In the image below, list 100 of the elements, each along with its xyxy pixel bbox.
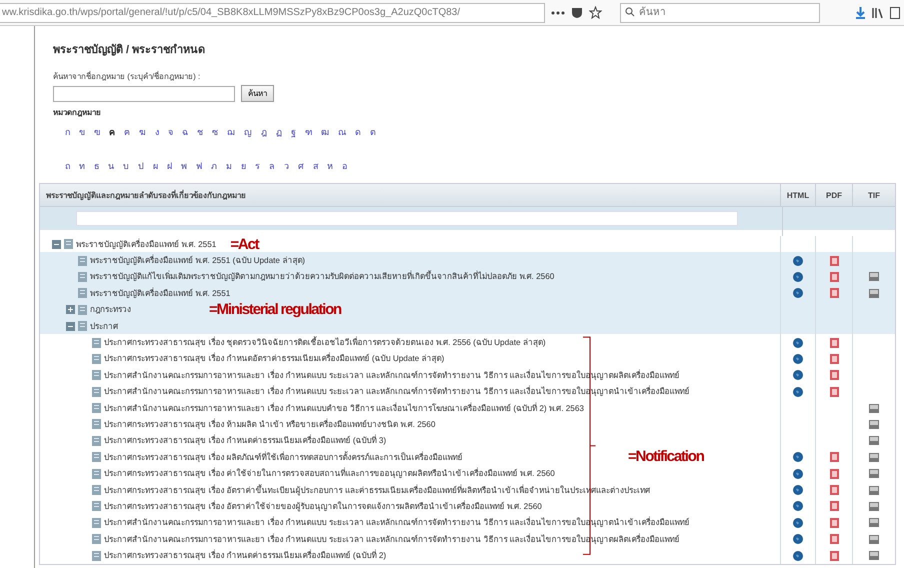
letter-link[interactable]: ข [79, 125, 85, 139]
letter-link[interactable]: ภ [211, 159, 217, 173]
pdf-icon[interactable] [830, 354, 838, 364]
pdf-icon[interactable] [830, 386, 838, 397]
shield-icon[interactable] [571, 6, 583, 18]
law-title-link[interactable]: ประกาศ [90, 320, 118, 333]
letter-link[interactable]: ธ [94, 159, 99, 173]
law-title-link[interactable]: กฎกระทรวง [90, 303, 131, 316]
expand-icon[interactable] [66, 305, 75, 314]
image-file-icon[interactable] [869, 518, 879, 528]
tree-row[interactable]: กฎกระทรวง =Ministerial regulation [40, 302, 895, 318]
letter-link[interactable]: ค [109, 125, 115, 139]
law-title-link[interactable]: พระราชบัญญัติเครื่องมือแพทย์ พ.ศ. 2551 (ฉบับ Update ล่าสุด) [90, 254, 305, 268]
sidebar-icon[interactable] [890, 6, 900, 18]
letter-link[interactable]: ล [269, 159, 275, 173]
law-title-link[interactable]: ประกาศกระทรวงสาธารณสุข เรื่อง ค่าใช้จ่ายในการตรวจสอบสถานที่และการขออนุญาตผลิตหรือนำเข้าเครื่องมือแพทย์ พ.ศ. 2560 [104, 467, 555, 480]
pdf-icon[interactable] [830, 256, 838, 266]
letter-link[interactable]: ณ [338, 125, 346, 139]
letter-link[interactable]: ฐ [291, 125, 296, 139]
image-file-icon[interactable] [869, 420, 879, 429]
pdf-icon[interactable] [830, 518, 838, 528]
globe-icon[interactable] [793, 518, 803, 528]
tree-row[interactable]: พระราชบัญญัติแก้ไขเพิ่มเติมพระราชบัญญัติตามกฎหมายว่าด้วยความรับผิดต่อความเสียหายที่เกิดขึ้นจากสินค้าที่ไม่ปลอดภัย พ.ศ. 2560 [40, 268, 895, 286]
image-file-icon[interactable] [869, 551, 879, 560]
law-title-link[interactable]: พระราชบัญญัติเครื่องมือแพทย์ พ.ศ. 2551 [90, 286, 230, 300]
law-title-link[interactable]: พระราชบัญญัติแก้ไขเพิ่มเติมพระราชบัญญัติตามกฎหมายว่าด้วยความรับผิดต่อความเสียหายที่เกิดขึ้นจากสินค้าที่ไม่ปลอดภัย พ.ศ. 2560 [90, 270, 554, 284]
letter-link[interactable]: ร [255, 159, 260, 173]
library-icon[interactable] [872, 6, 884, 18]
letter-link[interactable]: ท [79, 159, 85, 173]
address-bar[interactable]: ww.krisdika.go.th/wps/portal/general/!ut/p/c5/04_SB8K8xLLM9MSSzPy8xBz9CP0os3g_A2uzQ0cTQ83/ [0, 2, 545, 22]
star-icon[interactable] [589, 6, 602, 19]
letter-link[interactable]: ฅ [124, 125, 130, 139]
law-title-link[interactable]: ประกาศกระทรวงสาธารณสุข เรื่อง กำหนดอัตราค่าธรรมเนียมเครื่องมือแพทย์ (ฉบับ Update ล่าสุด) [104, 352, 444, 366]
pdf-icon[interactable] [830, 452, 838, 462]
letter-link[interactable]: ช [197, 125, 203, 139]
letter-link[interactable]: ฒ [321, 125, 329, 139]
filter-field[interactable] [76, 211, 738, 226]
search-field[interactable]: ค้นหา [620, 2, 820, 23]
letter-link[interactable]: พ [181, 159, 187, 173]
more-icon[interactable] [551, 10, 565, 14]
letter-link[interactable]: ห [327, 159, 333, 173]
letter-link[interactable]: ฝ [167, 159, 172, 173]
law-title-link[interactable]: ประกาศกระทรวงสาธารณสุข เรื่อง ชุดตรวจวินิจฉัยการติดเชื้อเอชไอวีเพื่อการตรวจด้วยตนเอง พ.ศ. 2556 (ฉบับ Update ล่าสุด) [104, 336, 546, 350]
law-title-link[interactable]: พระราชบัญญัติเครื่องมือแพทย์ พ.ศ. 2551 [76, 238, 216, 251]
image-file-icon[interactable] [869, 288, 879, 298]
pdf-icon[interactable] [830, 485, 838, 496]
image-file-icon[interactable] [869, 534, 879, 544]
law-title-link[interactable]: ประกาศกระทรวงสาธารณสุข เรื่อง ผลิตภัณฑ์ที่ใช้เพื่อการทดสอบการตั้งครรภ์และการเป็นเครื่องมือแพทย์ [104, 450, 463, 464]
pdf-icon[interactable] [830, 338, 838, 348]
globe-icon[interactable] [793, 468, 803, 479]
download-icon[interactable] [855, 6, 866, 18]
globe-icon[interactable] [793, 256, 803, 266]
image-file-icon[interactable] [869, 452, 879, 462]
tree-row[interactable]: พระราชบัญญัติเครื่องมือแพทย์ พ.ศ. 2551 (ฉบับ Update ล่าสุด) [40, 252, 895, 269]
letter-link[interactable]: บ [123, 159, 129, 173]
letter-link[interactable]: ฆ [139, 125, 146, 139]
globe-icon[interactable] [793, 386, 803, 397]
law-title-link[interactable]: ประกาศกระทรวงสาธารณสุข เรื่อง กำหนดค่าธรรมเนียมเครื่องมือแพทย์ (ฉบับที่ 3) [104, 434, 386, 448]
pdf-icon[interactable] [830, 468, 838, 479]
letter-link[interactable]: ศ [298, 159, 304, 173]
image-file-icon[interactable] [869, 469, 879, 478]
globe-icon[interactable] [793, 534, 803, 544]
letter-link[interactable]: ม [226, 159, 232, 173]
globe-icon[interactable] [793, 272, 803, 282]
letter-link[interactable]: ง [155, 125, 159, 139]
law-title-link[interactable]: ประกาศสำนักงานคณะกรรมการอาหารและยา เรื่อง กำหนดแบบคำขอ วิธีการ และเงื่อนไขการโฆษณาเครื่องมือแพทย์ (ฉบับที่ 2) พ.ศ. 2563 [104, 402, 584, 415]
pdf-icon[interactable] [830, 534, 838, 544]
tree-row[interactable]: พระราชบัญญัติเครื่องมือแพทย์ พ.ศ. 2551 =Act [40, 236, 895, 252]
pdf-icon[interactable] [830, 370, 838, 380]
pdf-icon[interactable] [830, 501, 838, 512]
letter-link[interactable]: ต [370, 125, 376, 139]
letter-link[interactable]: ป [138, 159, 144, 173]
law-title-link[interactable]: ประกาศกระทรวงสาธารณสุข เรื่อง ห้ามผลิต นำเข้า หรือขายเครื่องมือแพทย์บางชนิด พ.ศ. 2560 [104, 418, 436, 431]
letter-link[interactable]: น [108, 159, 114, 173]
globe-icon[interactable] [793, 452, 803, 462]
pdf-icon[interactable] [830, 550, 838, 561]
letter-link[interactable]: ย [241, 159, 246, 173]
tree-row[interactable]: ประกาศ [40, 318, 895, 334]
letter-link[interactable]: ผ [153, 159, 158, 173]
globe-icon[interactable] [793, 550, 803, 561]
letter-link[interactable]: ฌ [227, 125, 235, 139]
letter-link[interactable]: ถ [65, 159, 70, 173]
image-file-icon[interactable] [869, 486, 879, 495]
letter-link[interactable]: ฎ [261, 125, 267, 139]
letter-link[interactable]: ส [313, 159, 318, 173]
pdf-icon[interactable] [830, 272, 838, 282]
collapse-icon[interactable] [52, 240, 61, 249]
letter-link[interactable]: ว [284, 159, 289, 173]
letter-link[interactable]: ก [65, 125, 70, 139]
letter-link[interactable]: อ [342, 159, 347, 173]
image-file-icon[interactable] [869, 436, 879, 446]
letter-link[interactable]: ด [355, 125, 361, 139]
globe-icon[interactable] [793, 485, 803, 496]
letter-link[interactable]: จ [168, 125, 173, 139]
pdf-icon[interactable] [830, 288, 838, 298]
search-button[interactable]: ค้นหา [241, 85, 274, 102]
letter-link[interactable]: ฉ [182, 125, 188, 139]
globe-icon[interactable] [793, 338, 803, 348]
letter-link[interactable]: ฑ [305, 125, 312, 139]
globe-icon[interactable] [793, 501, 803, 512]
